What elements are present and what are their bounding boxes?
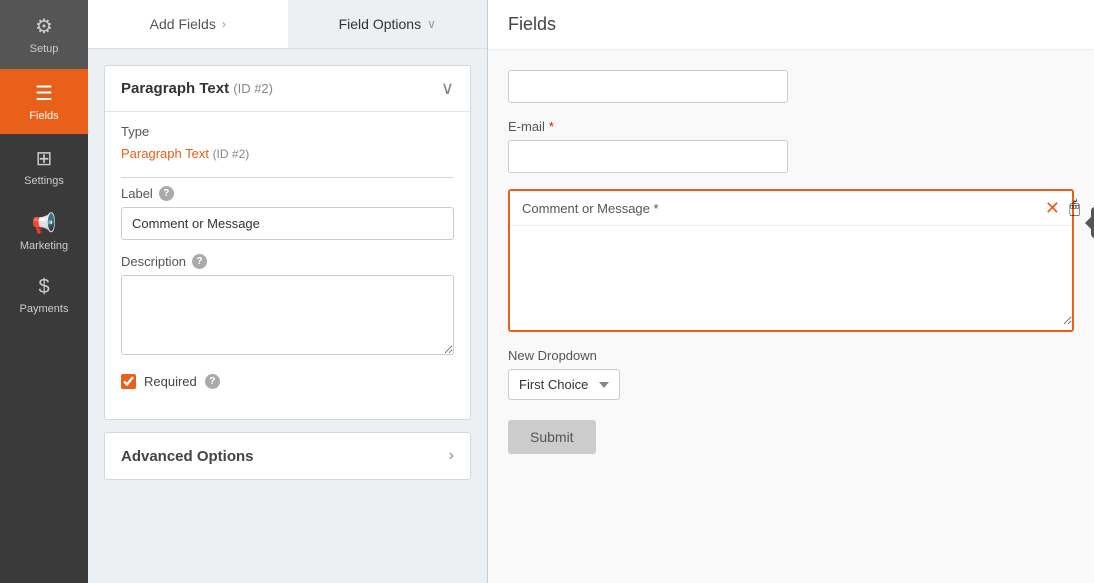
- comment-field-wrapper[interactable]: Comment or Message * ✕: [508, 189, 1074, 332]
- dropdown-field-group: New Dropdown First Choice: [508, 348, 1074, 400]
- advanced-options-section[interactable]: Advanced Options ›: [104, 432, 471, 480]
- right-panel-header: Fields: [488, 0, 1094, 50]
- type-row: Type Paragraph Text (ID #2): [121, 124, 454, 163]
- right-panel: Fields E-mail * Comment or Message *: [488, 0, 1094, 583]
- tooltip: Click to edit. Drag to reorder.: [1091, 207, 1094, 238]
- top-field-input[interactable]: [508, 70, 788, 103]
- email-required-star: *: [549, 119, 554, 134]
- type-label: Type: [121, 124, 454, 139]
- field-options-arrow: ∨: [427, 17, 436, 31]
- required-help-icon[interactable]: ?: [205, 374, 220, 389]
- sidebar-item-marketing[interactable]: 📢 Marketing: [0, 199, 88, 264]
- required-row: Required ?: [121, 374, 454, 389]
- advanced-chevron-icon: ›: [449, 447, 454, 465]
- fields-icon: ☰: [35, 81, 53, 106]
- label-label: Label ?: [121, 186, 454, 201]
- dropdown-select[interactable]: First Choice: [508, 369, 620, 400]
- sidebar-item-settings[interactable]: ⊞ Settings: [0, 134, 88, 199]
- email-field-group: E-mail *: [508, 119, 1074, 173]
- payments-icon: $: [38, 276, 49, 299]
- right-panel-body: E-mail * Comment or Message * ✕ 🖱: [488, 50, 1094, 583]
- submit-group: Submit: [508, 416, 1074, 454]
- collapse-chevron: ∨: [441, 78, 454, 99]
- field-section-header[interactable]: Paragraph Text (ID #2) ∨: [105, 66, 470, 111]
- description-row: Description ?: [121, 254, 454, 360]
- top-field-group: [508, 70, 1074, 103]
- sidebar: ⚙ Setup ☰ Fields ⊞ Settings 📢 Marketing …: [0, 0, 88, 583]
- page-title: Fields: [508, 14, 556, 34]
- description-help-icon[interactable]: ?: [192, 254, 207, 269]
- label-help-icon[interactable]: ?: [159, 186, 174, 201]
- description-textarea[interactable]: [121, 275, 454, 355]
- tab-add-fields[interactable]: Add Fields ›: [88, 0, 288, 48]
- field-section-body: Type Paragraph Text (ID #2) Label ?: [105, 111, 470, 419]
- field-id: (ID #2): [233, 81, 273, 96]
- tab-field-options[interactable]: Field Options ∨: [288, 0, 488, 48]
- required-label: Required: [144, 374, 197, 389]
- sidebar-item-fields[interactable]: ☰ Fields: [0, 69, 88, 134]
- close-button[interactable]: ✕: [1045, 199, 1060, 217]
- add-fields-arrow: ›: [222, 17, 226, 31]
- comment-field-label: Comment or Message *: [522, 201, 659, 216]
- comment-field-header: Comment or Message * ✕: [510, 191, 1072, 225]
- comment-required-star: *: [654, 201, 659, 216]
- label-row: Label ?: [121, 186, 454, 240]
- email-input[interactable]: [508, 140, 788, 173]
- sidebar-item-payments[interactable]: $ Payments: [0, 264, 88, 327]
- type-id: (ID #2): [213, 147, 250, 161]
- submit-button[interactable]: Submit: [508, 420, 596, 454]
- panel-content: Paragraph Text (ID #2) ∨ Type Paragraph …: [88, 49, 487, 583]
- comment-field-container: Comment or Message * ✕ 🖱 Click to edit. …: [508, 189, 1074, 332]
- marketing-icon: 📢: [32, 211, 57, 236]
- email-label: E-mail *: [508, 119, 1074, 134]
- label-input[interactable]: [121, 207, 454, 240]
- comment-textarea[interactable]: [510, 225, 1072, 325]
- dropdown-label: New Dropdown: [508, 348, 1074, 363]
- type-value: Paragraph Text (ID #2): [121, 146, 249, 161]
- description-label: Description ?: [121, 254, 454, 269]
- field-section: Paragraph Text (ID #2) ∨ Type Paragraph …: [104, 65, 471, 420]
- advanced-options-label: Advanced Options: [121, 448, 254, 465]
- left-panel: Add Fields › Field Options ∨ Paragraph T…: [88, 0, 488, 583]
- required-checkbox[interactable]: [121, 374, 136, 389]
- field-title: Paragraph Text (ID #2): [121, 80, 273, 97]
- tabs: Add Fields › Field Options ∨: [88, 0, 487, 49]
- settings-icon: ⊞: [36, 146, 53, 171]
- gear-icon: ⚙: [35, 14, 53, 39]
- sidebar-item-setup[interactable]: ⚙ Setup: [0, 0, 88, 69]
